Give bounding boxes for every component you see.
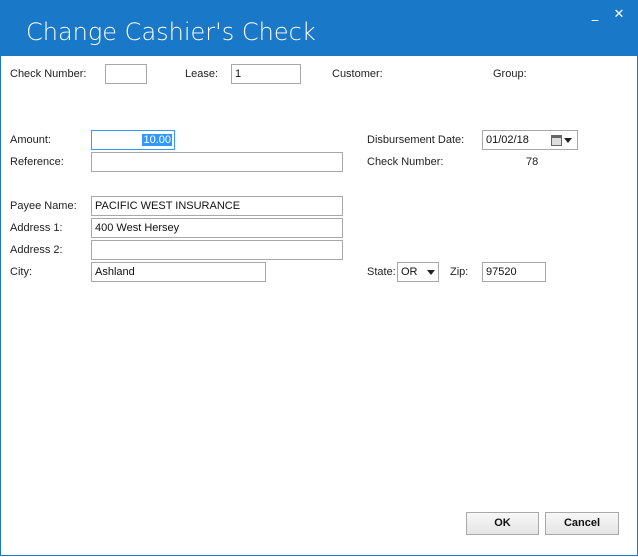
address1-input[interactable]: 400 West Hersey xyxy=(91,218,343,238)
address1-label: Address 1: xyxy=(10,222,63,234)
calendar-icon[interactable] xyxy=(551,135,562,146)
check-number-label: Check Number: xyxy=(10,68,87,80)
lease-input[interactable]: 1 xyxy=(231,64,301,84)
disbursement-date-value: 01/02/18 xyxy=(486,134,529,146)
address2-input[interactable] xyxy=(91,240,343,260)
ok-button[interactable]: OK xyxy=(466,512,539,535)
check-number-input[interactable] xyxy=(105,64,147,84)
reference-label: Reference: xyxy=(10,156,64,168)
chevron-down-icon[interactable] xyxy=(564,138,572,143)
city-input[interactable]: Ashland xyxy=(91,262,266,282)
amount-input[interactable]: 10.00 xyxy=(91,130,175,150)
chevron-down-icon[interactable] xyxy=(427,270,435,275)
cancel-button[interactable]: Cancel xyxy=(545,512,619,535)
group-label: Group: xyxy=(493,68,527,80)
check-number-label-2: Check Number: xyxy=(367,156,444,168)
payee-name-label: Payee Name: xyxy=(10,200,77,212)
zip-input[interactable]: 97520 xyxy=(482,262,546,282)
lease-label: Lease: xyxy=(185,68,219,80)
address2-label: Address 2: xyxy=(10,244,63,256)
amount-label: Amount: xyxy=(10,134,51,146)
check-number-value: 78 xyxy=(526,156,539,168)
minimize-button[interactable]: _ xyxy=(586,6,604,24)
window-title: Change Cashier's Check xyxy=(26,18,316,46)
close-button[interactable]: ✕ xyxy=(610,6,628,24)
title-bar: Change Cashier's Check _ ✕ xyxy=(0,0,638,56)
amount-value: 10.00 xyxy=(142,134,172,146)
disbursement-date-label: Disbursement Date: xyxy=(367,134,465,146)
zip-label: Zip: xyxy=(450,266,469,278)
city-label: City: xyxy=(10,266,32,278)
payee-name-input[interactable]: PACIFIC WEST INSURANCE xyxy=(91,196,343,216)
customer-label: Customer: xyxy=(332,68,383,80)
state-select[interactable]: OR xyxy=(397,262,439,282)
reference-input[interactable] xyxy=(91,152,343,172)
state-value: OR xyxy=(401,266,418,278)
disbursement-date-picker[interactable]: 01/02/18 xyxy=(482,130,578,150)
state-label: State: xyxy=(367,266,396,278)
